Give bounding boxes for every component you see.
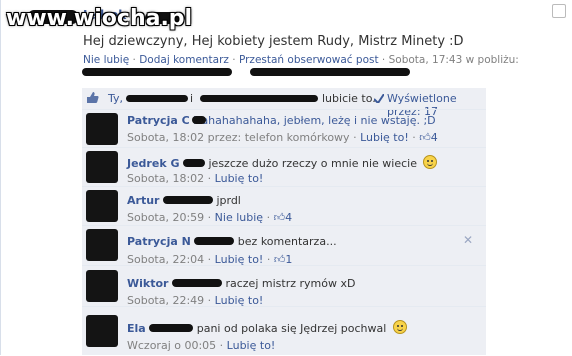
scribble-likes-2 bbox=[200, 95, 318, 102]
separator: · bbox=[381, 54, 386, 66]
comment-author[interactable]: Patrycja N bbox=[127, 235, 191, 248]
scribble-name bbox=[183, 159, 205, 167]
likes-you[interactable]: Ty, bbox=[108, 92, 123, 105]
separator: · bbox=[266, 211, 271, 224]
likes-bar: Ty, i lubicie to. Wyświetlone przez: 17 bbox=[82, 88, 486, 118]
like-comment-link[interactable]: Lubię to! bbox=[360, 131, 409, 144]
close-icon[interactable]: ✕ bbox=[463, 233, 473, 247]
scribble-name bbox=[149, 324, 194, 332]
comment-row: Patrycja N bez komentarza... ✕ Sobota, 2… bbox=[82, 225, 486, 266]
comment-author[interactable]: Ela bbox=[127, 322, 146, 335]
like-comment-link[interactable]: Lubię to! bbox=[215, 172, 264, 185]
scribble-name bbox=[162, 196, 213, 204]
post-timestamp: Sobota, 17:43 w pobliżu: bbox=[388, 54, 519, 66]
scribble-name bbox=[192, 116, 206, 124]
comment-row: Wiktor raczej mistrz rymów xD Sobota, 22… bbox=[82, 265, 486, 307]
avatar[interactable] bbox=[86, 229, 118, 261]
separator: · bbox=[207, 172, 212, 185]
confused-smiley-icon bbox=[423, 155, 438, 169]
like-comment-link[interactable]: Lubię to! bbox=[227, 339, 276, 352]
separator: · bbox=[353, 131, 357, 144]
comment-row: Jedrek G jeszcze dużo rzeczy o mnie nie … bbox=[82, 147, 486, 186]
comment-timestamp: Sobota, 18:02 przez: telefon komórkowy bbox=[127, 131, 350, 144]
separator: · bbox=[132, 54, 136, 66]
unlike-comment-link[interactable]: Nie lubię bbox=[215, 211, 263, 224]
scribble-likes-1 bbox=[126, 95, 188, 102]
comment-text: bez komentarza... bbox=[237, 235, 337, 248]
comment-timestamp: Sobota, 20:59 bbox=[127, 211, 205, 224]
likes-suffix: lubicie to. bbox=[322, 92, 376, 105]
separator: · bbox=[207, 211, 212, 224]
comment-row: Patrycja C Hahahahahaha, jebłem, leżę i … bbox=[82, 109, 486, 147]
confused-smiley-icon bbox=[392, 320, 407, 334]
post-text: Hej dziewczyny, Hej kobiety jestem Rudy,… bbox=[83, 34, 464, 49]
post-actions: Nie lubię · Dodaj komentarz · Przestań o… bbox=[83, 54, 519, 66]
comment-text: jeszcze dużo rzeczy o mnie nie wiecie bbox=[208, 157, 417, 170]
comment-like-count[interactable]: 👍︎4 bbox=[274, 211, 293, 224]
comment-timestamp: Wczoraj o 00:05 bbox=[127, 339, 217, 352]
avatar[interactable] bbox=[86, 190, 118, 222]
watermark: www.wiocha.pl bbox=[6, 6, 193, 31]
avatar[interactable] bbox=[86, 151, 118, 183]
thumbs-up-icon: 👍︎ bbox=[273, 211, 286, 224]
comment-text: jprdl bbox=[216, 194, 241, 207]
comment-author[interactable]: Patrycja C bbox=[127, 114, 190, 127]
thumbs-up-icon: 👍︎ bbox=[419, 131, 431, 144]
comment-row: Artur jprdl Sobota, 20:59 · Nie lubię · … bbox=[82, 186, 486, 225]
comment-author[interactable]: Artur bbox=[127, 194, 159, 207]
separator: · bbox=[219, 339, 224, 352]
comment-row: Ela pani od polaka się Jędrzej pochwal W… bbox=[82, 306, 486, 356]
add-comment-link[interactable]: Dodaj komentarz bbox=[139, 54, 229, 66]
comment-text: raczej mistrz rymów xD bbox=[225, 277, 356, 290]
unfollow-link[interactable]: Przestań obserwować post bbox=[239, 54, 379, 66]
scribble-location bbox=[82, 68, 232, 76]
scribble-name bbox=[171, 279, 222, 287]
comment-timestamp: Sobota, 18:02 bbox=[127, 172, 205, 185]
separator: · bbox=[232, 54, 236, 66]
unlike-link[interactable]: Nie lubię bbox=[83, 54, 129, 66]
post-options-button[interactable] bbox=[552, 4, 566, 18]
scribble-name bbox=[194, 237, 235, 245]
views-eye-icon bbox=[373, 93, 385, 106]
scribble-location-2 bbox=[250, 68, 410, 76]
comments-panel: Ty, i lubicie to. Wyświetlone przez: 17 … bbox=[82, 88, 486, 355]
comment-author[interactable]: Wiktor bbox=[127, 277, 168, 290]
avatar[interactable] bbox=[86, 270, 118, 302]
thumbs-up-icon bbox=[86, 91, 99, 107]
comment-author[interactable]: Jedrek G bbox=[127, 157, 180, 170]
comment-like-count[interactable]: 👍︎4 bbox=[419, 131, 438, 144]
separator: · bbox=[412, 131, 416, 144]
page-border bbox=[0, 0, 1, 355]
avatar[interactable] bbox=[86, 113, 118, 145]
comment-text: pani od polaka się Jędrzej pochwal bbox=[196, 322, 387, 335]
likes-and: i bbox=[190, 92, 194, 105]
comment-text: Hahahahahaha, jebłem, leżę i nie wstaję.… bbox=[193, 114, 436, 127]
avatar[interactable] bbox=[86, 315, 118, 347]
